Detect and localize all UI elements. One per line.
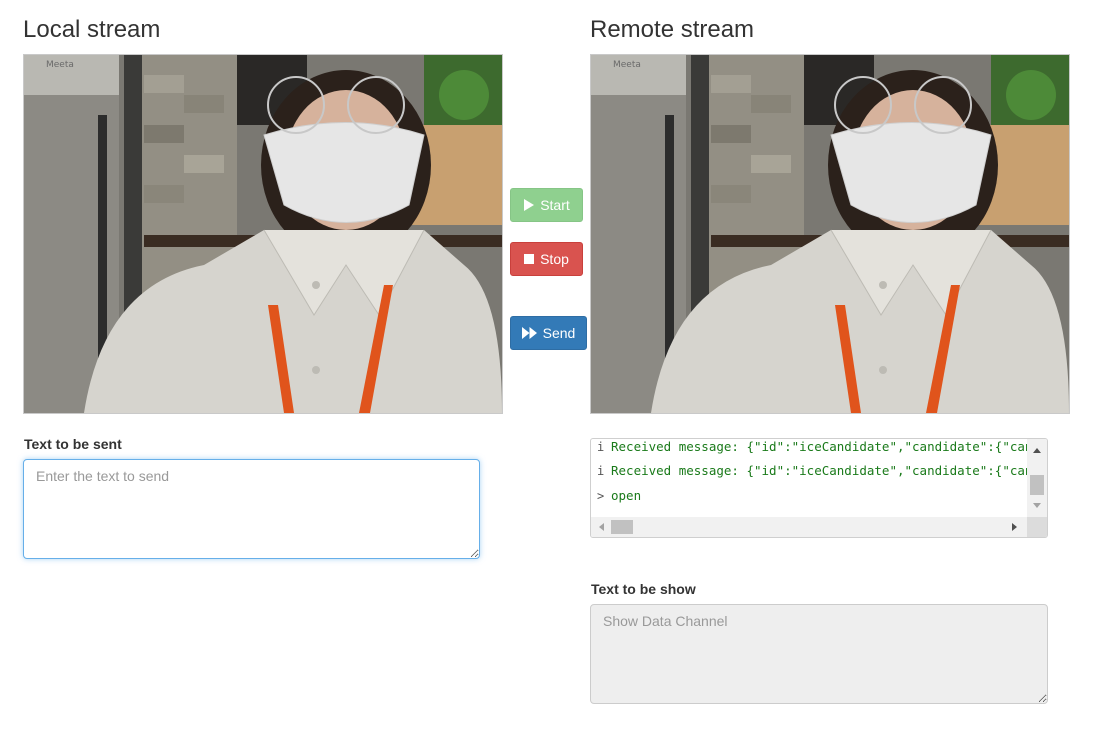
start-button-label: Start [540, 197, 570, 213]
log-text: open [611, 488, 642, 503]
remote-stream-heading: Remote stream [590, 16, 755, 43]
remote-video-frame: Meeta [591, 55, 1069, 413]
text-to-show-output [590, 604, 1048, 704]
horizontal-scrollbar[interactable] [591, 517, 1028, 537]
text-to-send-label: Text to be sent [24, 436, 122, 452]
info-icon: i [597, 464, 605, 478]
scroll-right-icon[interactable] [1012, 523, 1017, 531]
log-line: i Received message: {"id":"iceCandidate",… [597, 439, 1028, 458]
stop-button[interactable]: Stop [510, 242, 583, 276]
log-text: Received message: {"id":"iceCandidate","… [611, 439, 1028, 454]
scrollbar-corner [1027, 517, 1047, 537]
console-log[interactable]: i Received message: {"id":"iceCandidate",… [590, 438, 1048, 538]
local-video-frame: Meeta [24, 55, 502, 413]
stop-button-label: Stop [540, 251, 569, 267]
horizontal-scroll-thumb[interactable] [611, 520, 633, 534]
vertical-scroll-thumb[interactable] [1030, 475, 1044, 495]
local-stream-heading: Local stream [23, 16, 161, 43]
remote-video: Meeta [590, 54, 1070, 414]
log-line: i Received message: {"id":"iceCandidate",… [597, 460, 1028, 482]
scroll-up-icon[interactable] [1033, 448, 1041, 453]
play-icon [524, 199, 535, 211]
scroll-left-icon[interactable] [599, 523, 604, 531]
video-overlay-text: Meeta [613, 60, 641, 70]
scroll-down-icon[interactable] [1033, 503, 1041, 508]
text-to-show-label: Text to be show [591, 581, 696, 597]
info-icon: i [597, 440, 605, 454]
prompt-icon: > [597, 489, 605, 503]
video-overlay-text: Meeta [46, 60, 74, 70]
local-video: Meeta [23, 54, 503, 414]
text-to-send-input[interactable] [23, 459, 480, 559]
send-button-label: Send [542, 325, 576, 341]
stop-icon [524, 254, 535, 264]
log-line: > open [597, 485, 641, 507]
console-body: i Received message: {"id":"iceCandidate",… [591, 439, 1028, 518]
start-button[interactable]: Start [510, 188, 583, 222]
send-button[interactable]: Send [510, 316, 587, 350]
fast-forward-icon [521, 327, 537, 339]
vertical-scrollbar[interactable] [1027, 439, 1047, 518]
log-text: Received message: {"id":"iceCandidate","… [611, 463, 1028, 478]
